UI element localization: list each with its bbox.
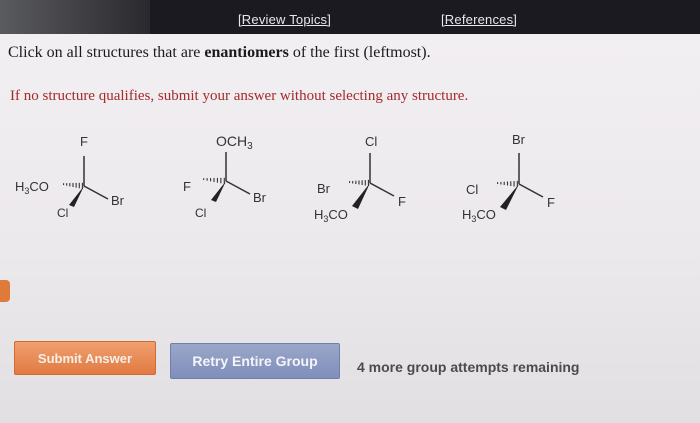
bond-right xyxy=(518,183,544,198)
label-top: Cl xyxy=(365,134,377,149)
retry-entire-group-button[interactable]: Retry Entire Group xyxy=(170,343,340,379)
label-wedge: H3CO xyxy=(314,207,348,224)
bond-right xyxy=(369,182,395,197)
label-right: F xyxy=(398,194,406,209)
label-wedge: H3CO xyxy=(462,207,496,224)
label-top: OCH3 xyxy=(216,133,253,152)
label-wedge: Cl xyxy=(57,206,68,220)
structure-2[interactable]: OCH3 F Cl Br xyxy=(183,133,267,220)
submit-answer-button[interactable]: Submit Answer xyxy=(14,341,156,375)
label-top: F xyxy=(80,134,88,149)
label-wedge: Cl xyxy=(195,206,206,220)
attempts-remaining-text: 4 more group attempts remaining xyxy=(357,359,580,375)
wedge-bond xyxy=(352,183,370,209)
label-dash: F xyxy=(183,179,191,194)
label-right: Br xyxy=(253,190,267,205)
label-right: F xyxy=(547,195,555,210)
bond-right xyxy=(83,185,109,200)
label-dash: H3CO xyxy=(15,179,49,196)
dash-bond xyxy=(63,182,83,189)
structure-3[interactable]: Cl Br H3CO F xyxy=(314,134,406,224)
dash-bond xyxy=(497,180,518,187)
wedge-bond xyxy=(69,186,84,207)
label-dash: Br xyxy=(317,181,331,196)
side-tab[interactable] xyxy=(0,280,10,302)
structure-4[interactable]: Br Cl H3CO F xyxy=(462,132,555,224)
label-dash: Cl xyxy=(466,182,478,197)
wedge-bond xyxy=(500,184,519,210)
bond-right xyxy=(225,180,251,195)
label-right: Br xyxy=(111,193,125,208)
dash-bond xyxy=(349,179,369,186)
label-top: Br xyxy=(512,132,526,147)
structure-1[interactable]: F H3CO Cl Br xyxy=(15,134,125,220)
dash-bond xyxy=(203,177,225,184)
wedge-bond xyxy=(211,181,226,202)
